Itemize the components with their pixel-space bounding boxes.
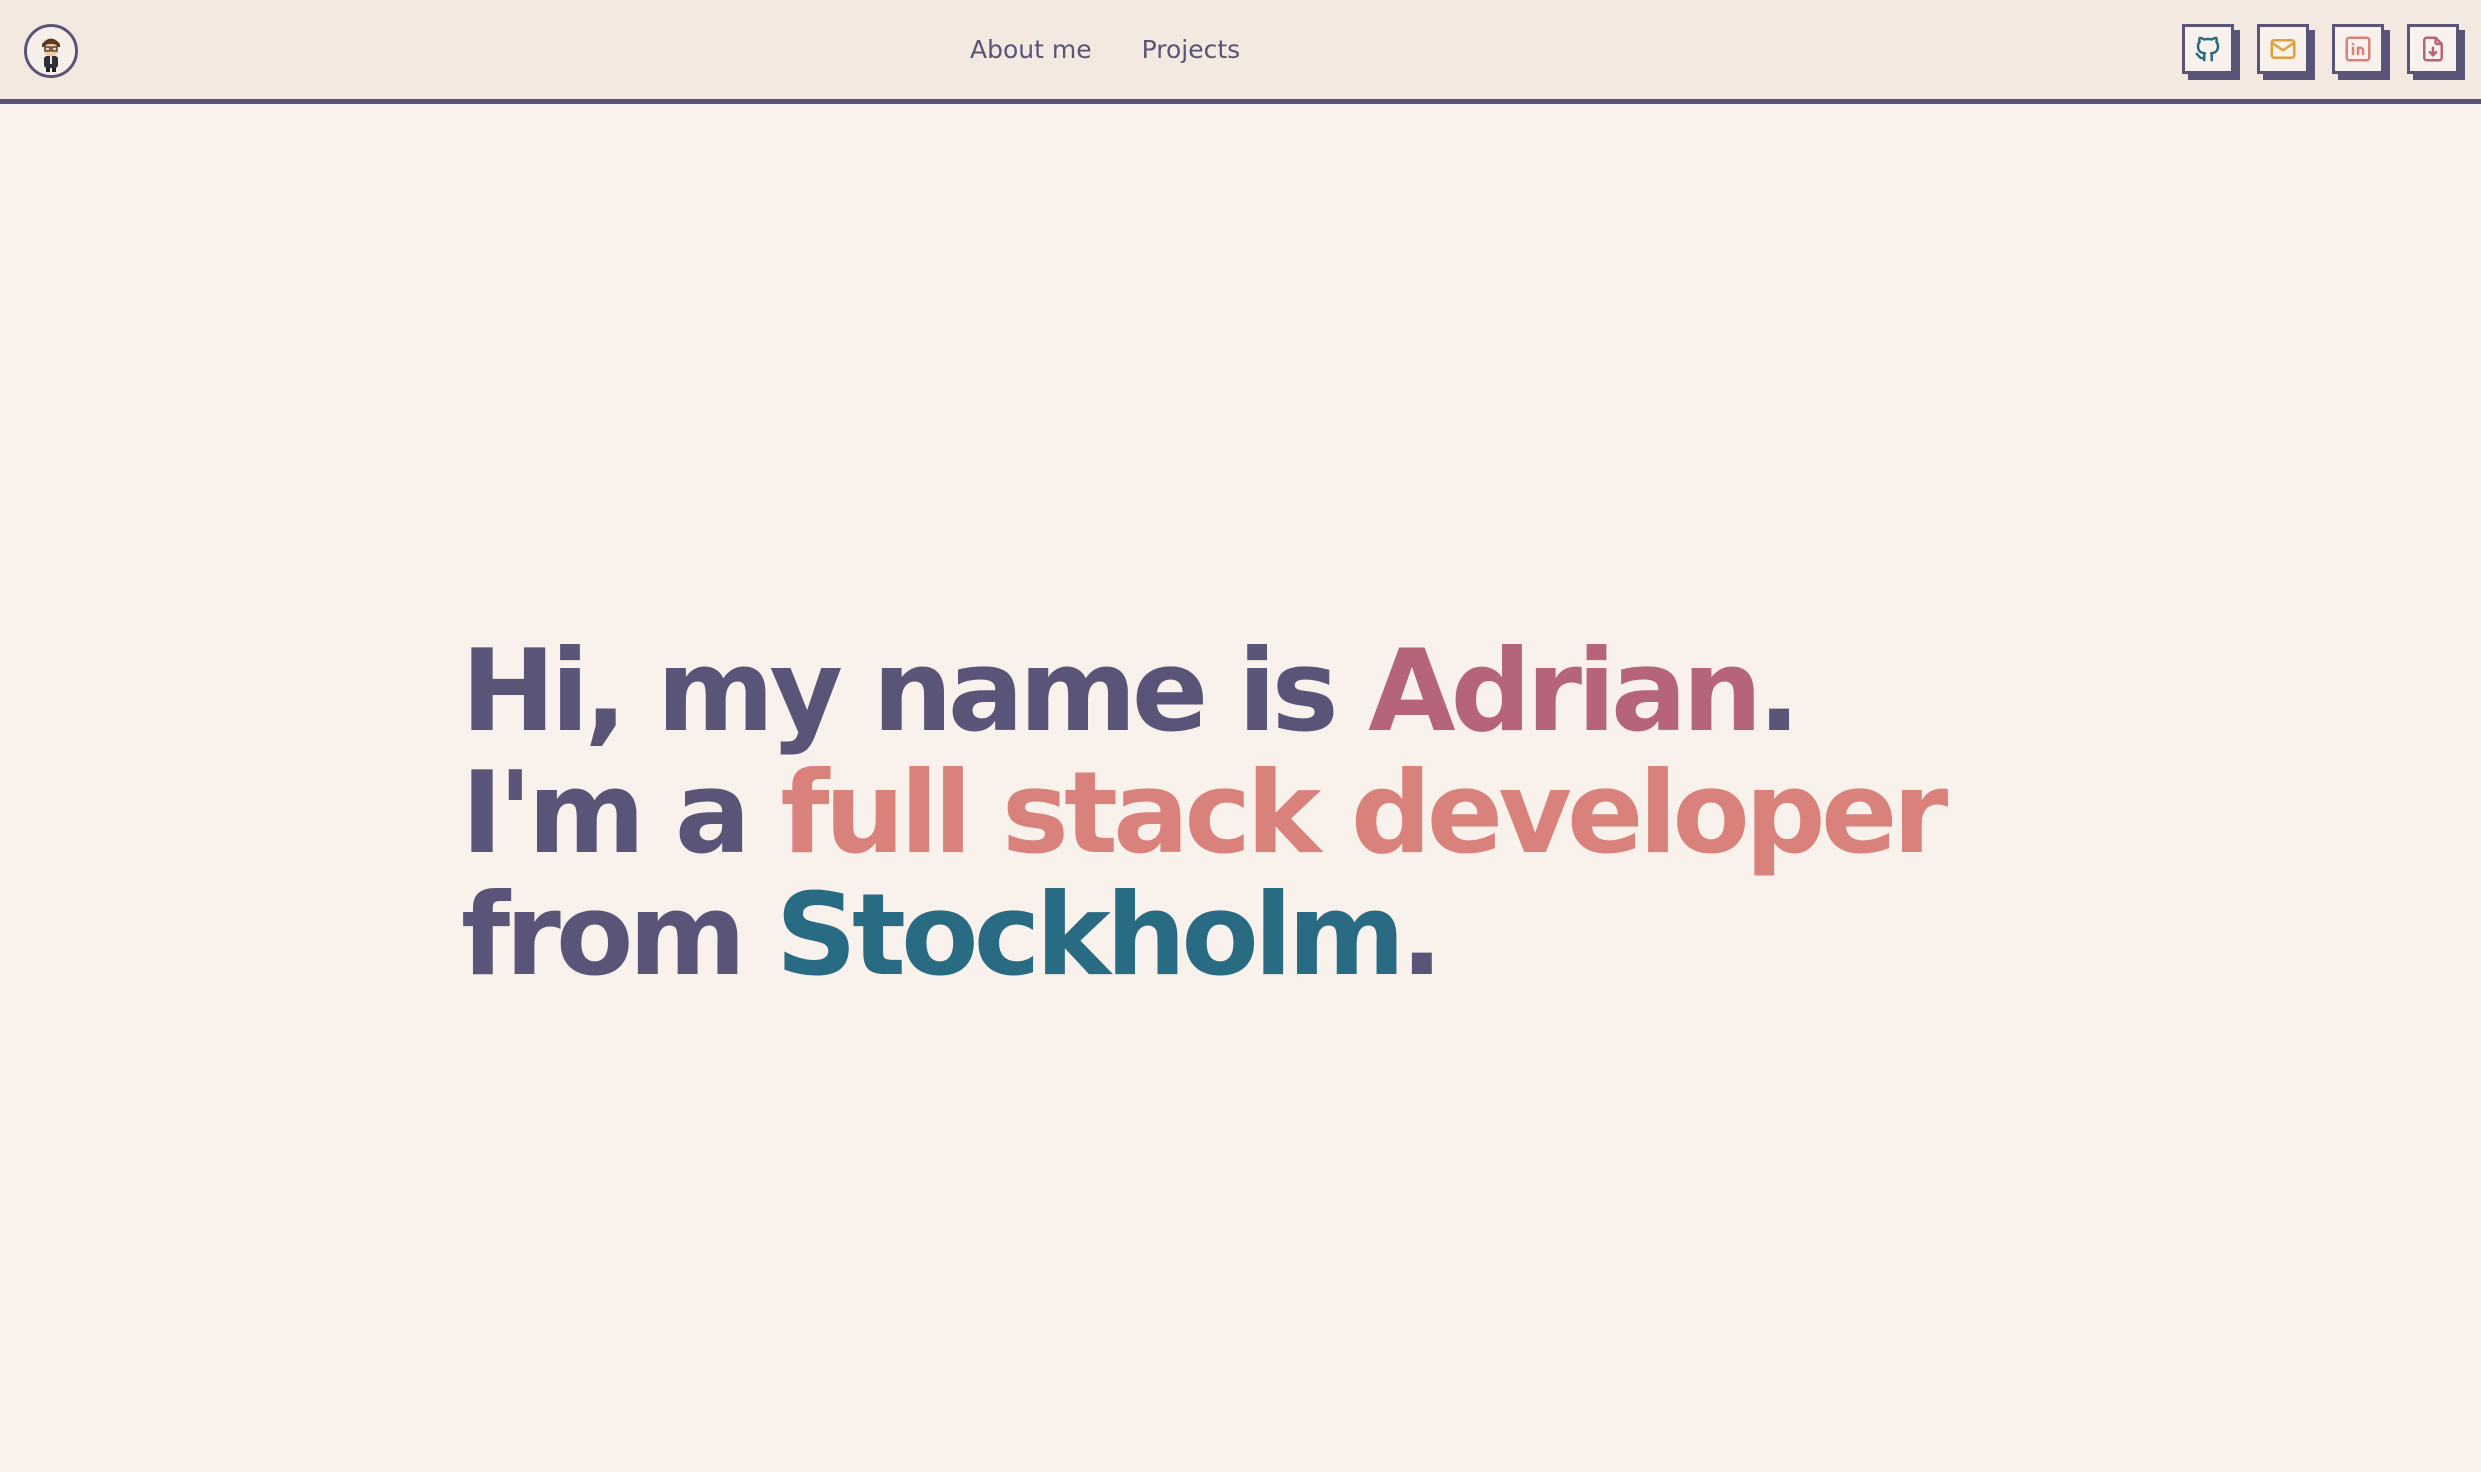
download-file-icon [2423, 36, 2443, 62]
download-cv-button-face[interactable] [2407, 24, 2459, 74]
github-button-face[interactable] [2182, 24, 2234, 74]
hero-greeting: Hi, my name is [461, 625, 1369, 757]
nav-link-projects[interactable]: Projects [1142, 35, 1241, 64]
linkedin-button-face[interactable] [2332, 24, 2384, 74]
hero-city: Stockholm [775, 869, 1406, 1001]
avatar-home-link[interactable] [24, 24, 78, 78]
avatar-icon [27, 27, 75, 75]
hero-heading: Hi, my name is Adrian. I'm a full stack … [461, 630, 1948, 996]
mail-button-face[interactable] [2257, 24, 2309, 74]
hero-from: from [461, 869, 776, 1001]
linkedin-icon [2345, 36, 2371, 62]
hero-line-1: Hi, my name is Adrian. [461, 630, 1943, 752]
github-icon [2195, 36, 2220, 62]
hero-role: full stack developer [780, 747, 1948, 879]
hero-line-2: I'm a full stack developer [461, 752, 1948, 874]
main-nav: About me Projects [970, 0, 1240, 99]
navbar: About me Projects [0, 0, 2481, 104]
hero-intro: I'm a [461, 747, 781, 879]
mail-icon [2270, 39, 2296, 59]
nav-link-about[interactable]: About me [970, 35, 1092, 64]
hero-line-3: from Stockholm. [461, 874, 1943, 996]
hero-final-period: . [1400, 869, 1443, 1001]
hero-name: Adrian [1368, 625, 1763, 757]
hero-period: . [1757, 625, 1801, 757]
